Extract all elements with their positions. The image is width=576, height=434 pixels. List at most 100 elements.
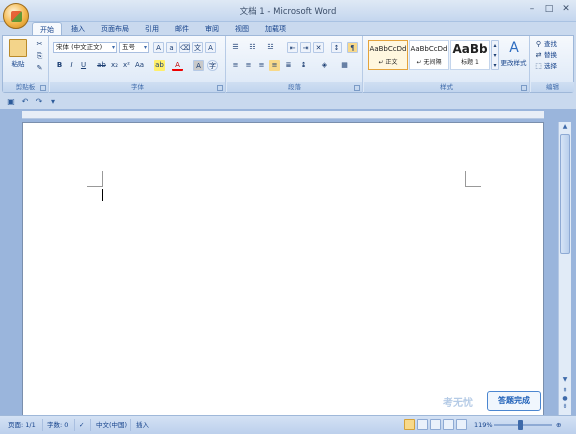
paste-button[interactable]: 粘贴 [6,59,30,70]
insert-mode[interactable]: 插入 [136,420,149,430]
title-bar: 文档 1 - Microsoft Word – □ ✕ [0,0,576,22]
justify-icon[interactable]: ≡ [269,60,280,71]
underline-icon[interactable]: U [78,60,89,71]
shading-icon[interactable]: ◈ [319,60,330,71]
paste-icon[interactable] [9,39,27,57]
ribbon-tabs: 开始 插入 页面布局 引用 邮件 审阅 视图 加载项 [32,22,293,36]
show-marks-icon[interactable]: ¶ [347,42,358,53]
draft-icon[interactable] [456,419,467,430]
numbering-icon[interactable]: ☷ [247,42,258,53]
change-case-icon[interactable]: Aa [134,60,145,71]
vertical-scrollbar[interactable]: ▲ ▼ ⇞ ● ⇟ [558,122,571,415]
decrease-indent-icon[interactable]: ⇤ [287,42,298,53]
print-layout-icon[interactable] [404,419,415,430]
full-screen-reading-icon[interactable] [417,419,428,430]
undo-icon[interactable]: ↶ [20,97,30,107]
font-launcher[interactable] [217,85,223,91]
close-button[interactable]: ✕ [558,3,574,16]
font-size-select[interactable]: 五号 [119,42,149,53]
status-divider [74,419,75,431]
style-name: ↵ 无间隔 [416,59,442,66]
styles-group-label: 样式 [364,82,529,92]
phonetic-guide-icon[interactable]: 文 [192,42,203,53]
format-painter-icon[interactable]: ✎ [34,63,45,74]
style-no-spacing[interactable]: AaBbCcDd ↵ 无间隔 [409,40,449,70]
borders-icon[interactable]: ▦ [339,60,350,71]
paragraph-launcher[interactable] [354,85,360,91]
zoom-slider-knob[interactable] [518,420,523,430]
watermark: 考无忧 [443,398,473,409]
cut-icon[interactable]: ✂ [34,39,45,50]
outline-icon[interactable] [443,419,454,430]
tab-references[interactable]: 引用 [138,22,166,36]
highlight-icon[interactable]: ab [154,60,165,71]
scrollbar-thumb[interactable] [560,134,570,254]
status-divider [90,419,91,431]
align-left-icon[interactable]: ≡ [230,60,241,71]
strikethrough-icon[interactable]: ab [96,60,107,71]
minimize-button[interactable]: – [524,3,540,16]
next-page-icon[interactable]: ⇟ [559,402,571,412]
replace-button[interactable]: 替换 [543,50,563,61]
change-styles-button[interactable]: 更改样式 [498,58,529,69]
shrink-font-icon[interactable]: a [166,42,177,53]
style-name: 标题 1 [461,59,479,66]
select-button[interactable]: 选择 [543,61,567,72]
character-border-icon[interactable]: A [205,42,216,53]
grow-font-icon[interactable]: A [153,42,164,53]
word-count[interactable]: 字数: 0 [47,420,68,430]
scroll-down-icon[interactable]: ▼ [559,375,571,385]
bullets-icon[interactable]: ☰ [230,42,241,53]
document-page[interactable] [22,122,544,422]
redo-icon[interactable]: ↷ [34,97,44,107]
save-icon[interactable]: ▣ [6,97,16,107]
enclose-character-icon[interactable]: 字 [207,60,218,71]
copy-icon[interactable]: ⎘ [34,51,45,62]
tab-addins[interactable]: 加载项 [258,22,293,36]
distributed-icon[interactable]: ≣ [283,60,294,71]
tab-review[interactable]: 审阅 [198,22,226,36]
zoom-level[interactable]: 119% [474,420,493,430]
font-group-label: 字体 [50,82,225,92]
tab-mailings[interactable]: 邮件 [168,22,196,36]
font-name-select[interactable]: 宋体 (中文正文) [53,42,117,53]
align-center-icon[interactable]: ≡ [243,60,254,71]
multilevel-list-icon[interactable]: ☳ [265,42,276,53]
office-button[interactable] [3,3,29,29]
bold-icon[interactable]: B [54,60,65,71]
style-normal[interactable]: AaBbCcDd ↵ 正文 [368,40,408,70]
tab-page-layout[interactable]: 页面布局 [94,22,136,36]
customize-qat-icon[interactable]: ▾ [48,97,58,107]
subscript-icon[interactable]: x₂ [109,60,120,71]
find-button[interactable]: 查找 [543,39,563,50]
web-layout-icon[interactable] [430,419,441,430]
sort-icon[interactable]: ↕ [331,42,342,53]
language-indicator[interactable]: 中文(中国) [96,420,127,430]
style-heading-1[interactable]: AaBb 标题 1 [450,40,490,70]
tab-insert[interactable]: 插入 [64,22,92,36]
zoom-slider[interactable] [494,424,552,426]
scroll-up-icon[interactable]: ▲ [559,122,571,132]
line-spacing-icon[interactable]: ↨ [298,60,309,71]
increase-indent-icon[interactable]: ⇥ [300,42,311,53]
font-group: 宋体 (中文正文) 五号 A a ⌫ 文 A B I U ab x₂ x² Aa… [50,36,226,93]
superscript-icon[interactable]: x² [121,60,132,71]
horizontal-ruler [22,111,544,119]
page-count[interactable]: 页面: 1/1 [8,420,36,430]
chinese-layout-icon[interactable]: ✕ [313,42,324,53]
done-button[interactable]: 答题完成 [487,391,541,411]
clear-format-icon[interactable]: ⌫ [179,42,190,53]
character-shading-icon[interactable]: A [193,60,204,71]
proofing-icon[interactable]: ✓ [79,420,84,430]
change-styles-icon[interactable]: A [504,40,524,56]
font-color-icon[interactable]: A [172,60,183,71]
italic-icon[interactable]: I [66,60,77,71]
paragraph-group: ☰ ☷ ☳ ⇤ ⇥ ✕ ↕ ¶ ≡ ≡ ≡ ≡ ≣ ↨ ◈ ▦ 段落 [227,36,363,93]
tab-home[interactable]: 开始 [32,22,62,36]
clipboard-launcher[interactable] [40,85,46,91]
tab-view[interactable]: 视图 [228,22,256,36]
zoom-in-icon[interactable]: ⊕ [556,420,561,430]
align-right-icon[interactable]: ≡ [256,60,267,71]
styles-launcher[interactable] [521,85,527,91]
maximize-button[interactable]: □ [541,3,557,16]
